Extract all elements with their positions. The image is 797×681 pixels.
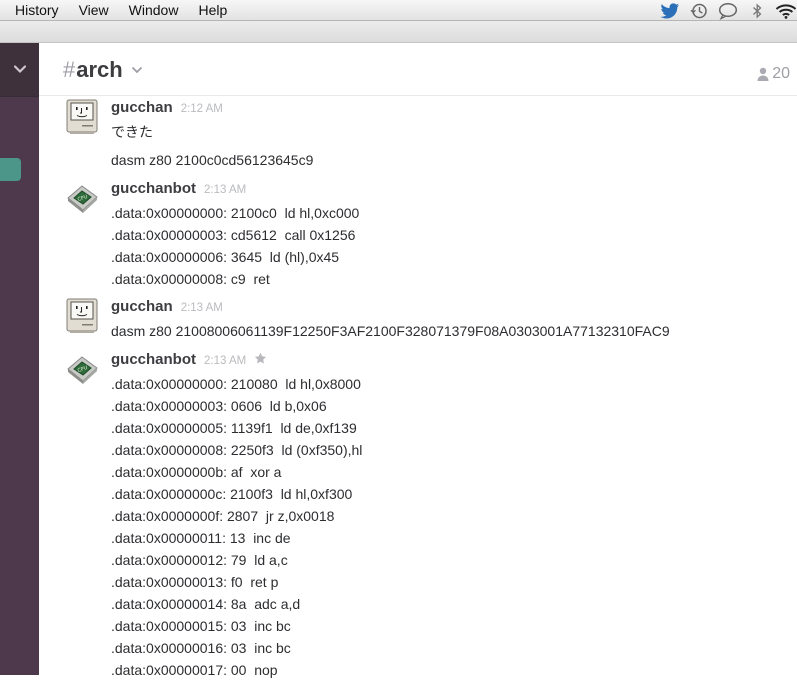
message-text: .data:0x00000015: 03 inc bc (111, 618, 291, 634)
sidebar-active-item[interactable] (0, 158, 21, 181)
chevron-down-icon[interactable] (131, 66, 143, 74)
message-timestamp[interactable]: 2:13 AM (181, 302, 223, 314)
time-machine-icon[interactable] (688, 0, 710, 21)
message-username[interactable]: gucchan (111, 99, 173, 116)
member-count-button[interactable]: 20 (757, 65, 790, 83)
message-timestamp[interactable]: 2:13 AM (204, 355, 246, 367)
messages-icon[interactable] (717, 0, 739, 21)
message-text: dasm z80 2100c0cd56123645c9 (111, 152, 314, 168)
message-text: .data:0x00000006: 3645 ld (hl),0x45 (111, 249, 340, 265)
message-text: dasm z80 21008006061139F12250F3AF2100F32… (111, 323, 670, 339)
message-text: .data:0x0000000c: 2100f3 ld hl,0xf300 (111, 486, 353, 502)
message-text: .data:0x00000011: 13 inc de (111, 530, 291, 546)
message-text: .data:0x00000012: 79 ld a,c (111, 552, 288, 568)
message-text: .data:0x00000008: 2250f3 ld (0xf350),hl (111, 442, 363, 458)
message-text: できた (111, 124, 153, 140)
message-timestamp[interactable]: 2:13 AM (204, 184, 246, 196)
message-timestamp[interactable]: 2:12 AM (181, 103, 223, 115)
message-text: .data:0x00000005: 1139f1 ld de,0xf139 (111, 420, 357, 436)
cpu-chip-avatar-icon[interactable]: CPU (64, 180, 100, 216)
sidebar (0, 43, 39, 675)
message-text: .data:0x00000014: 8a adc a,d (111, 596, 301, 612)
twitter-icon[interactable] (659, 0, 681, 21)
mac-avatar-icon[interactable] (64, 99, 100, 135)
star-icon[interactable] (254, 352, 267, 365)
menu-window[interactable]: Window (129, 0, 179, 21)
message-text: .data:0x00000017: 00 nop (111, 662, 278, 678)
mac-avatar-icon[interactable] (64, 298, 100, 334)
message-text: .data:0x00000000: 2100c0 ld hl,0xc000 (111, 205, 360, 221)
channel-title[interactable]: # arch (63, 57, 143, 83)
cpu-chip-avatar-icon[interactable]: CPU (64, 351, 100, 387)
window-toolbar (0, 21, 797, 43)
chevron-down-icon (13, 61, 27, 79)
message-text: .data:0x00000016: 03 inc bc (111, 640, 291, 656)
message-username[interactable]: gucchan (111, 298, 173, 315)
channel-header: # arch 20 (39, 43, 797, 96)
menu-bar: History View Window Help (0, 0, 797, 21)
bluetooth-icon[interactable] (746, 0, 768, 21)
message-text: .data:0x00000000: 210080 ld hl,0x8000 (111, 376, 361, 392)
message-text: .data:0x00000003: cd5612 call 0x1256 (111, 227, 356, 243)
message-text: .data:0x00000008: c9 ret (111, 271, 270, 287)
message-pane: # arch 20 gucchan 2:12 AM できた dasm z80 2… (39, 43, 797, 678)
menu-view[interactable]: View (79, 0, 109, 21)
message-text: .data:0x00000003: 0606 ld b,0x06 (111, 398, 327, 414)
message-text: .data:0x00000013: f0 ret p (111, 574, 279, 590)
message-username[interactable]: gucchanbot (111, 351, 196, 368)
channel-name: arch (76, 57, 123, 82)
wifi-icon[interactable] (775, 0, 797, 21)
status-icons (652, 0, 797, 21)
team-menu-button[interactable] (0, 43, 39, 97)
message-username[interactable]: gucchanbot (111, 180, 196, 197)
menu-help[interactable]: Help (198, 0, 227, 21)
menu-history[interactable]: History (15, 0, 59, 21)
message-text: .data:0x0000000b: af xor a (111, 464, 282, 480)
message-text: .data:0x0000000f: 2807 jr z,0x0018 (111, 508, 335, 524)
channel-hash: # (63, 57, 76, 82)
user-icon (757, 67, 769, 81)
member-count: 20 (772, 65, 790, 82)
